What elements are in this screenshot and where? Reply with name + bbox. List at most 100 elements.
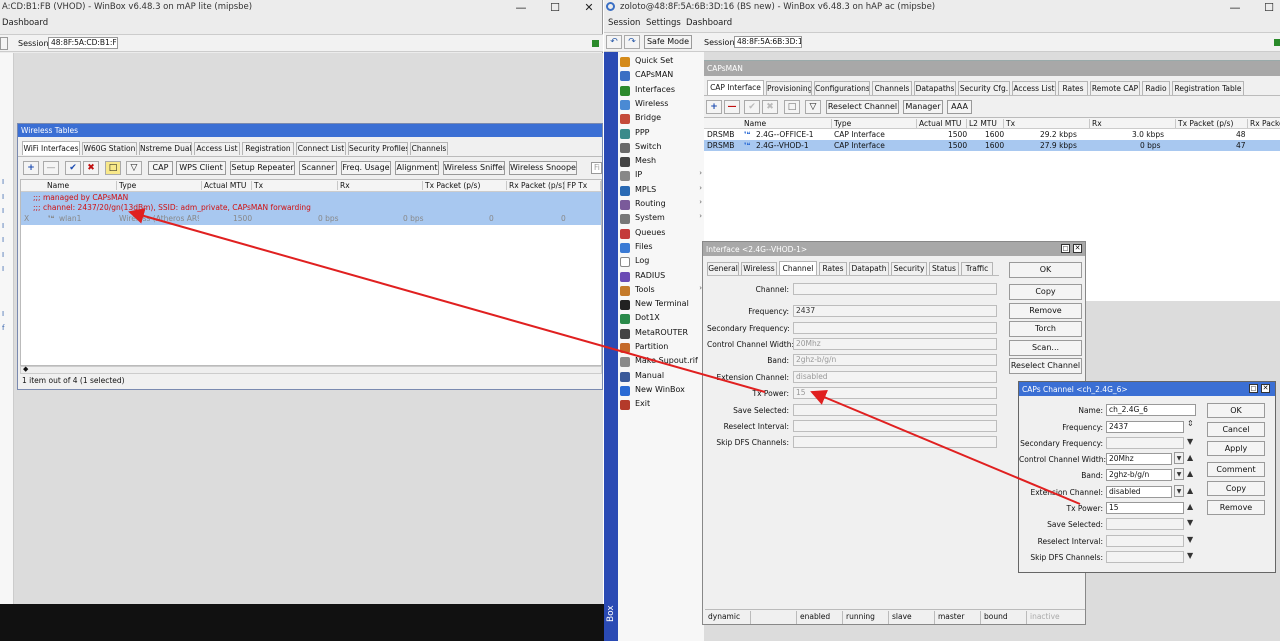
sidebar-item-manual[interactable]: Manual xyxy=(618,370,708,384)
tab-remote-cap[interactable]: Remote CAP xyxy=(1090,81,1140,95)
tab-channels[interactable]: Channels xyxy=(872,81,912,95)
skip-dfs-field[interactable] xyxy=(1106,551,1184,563)
left-undo-button[interactable] xyxy=(0,37,8,50)
remove-icon[interactable]: — xyxy=(724,100,740,114)
menu-dashboard[interactable]: Dashboard xyxy=(2,18,48,28)
tx-power-field[interactable]: 15 xyxy=(793,387,997,399)
control-channel-width-dropdown-icon[interactable]: ▼ xyxy=(1174,452,1184,464)
add-icon[interactable]: + xyxy=(23,161,39,175)
sidebar-item-ppp[interactable]: PPP xyxy=(618,127,708,141)
menu-session[interactable]: Session xyxy=(608,18,640,28)
tab-radio[interactable]: Radio xyxy=(1142,81,1170,95)
sidebar-item-new-terminal[interactable]: New Terminal xyxy=(618,298,708,312)
col-type[interactable]: Type xyxy=(832,119,917,128)
sidebar-item-tools[interactable]: Tools › xyxy=(618,284,708,298)
freq-usage-button[interactable]: Freq. Usage xyxy=(341,161,391,175)
col-tx[interactable]: Tx xyxy=(1004,119,1090,128)
secondary-frequency-field[interactable] xyxy=(1106,437,1184,449)
apply-button[interactable]: Apply xyxy=(1207,441,1265,456)
col-rx-packet[interactable]: Rx Packet (p/s) xyxy=(507,181,565,190)
tx-power-up-icon[interactable]: ▲ xyxy=(1187,502,1193,511)
cap-row-vhod[interactable]: DRSMB ❜❝ 2.4G--VHOD-1 CAP Interface 1500… xyxy=(704,140,1280,151)
col-fp-tx[interactable]: FP Tx xyxy=(565,181,601,190)
comment-icon[interactable]: □ xyxy=(105,161,121,175)
tab-wireless[interactable]: Wireless xyxy=(741,262,777,275)
tab-access-list[interactable]: Access List xyxy=(1012,81,1056,95)
sidebar-item-metarouter[interactable]: MetaROUTER xyxy=(618,327,708,341)
sidebar-item-capsman[interactable]: CAPsMAN xyxy=(618,69,708,83)
col-tx-packet[interactable]: Tx Packet (p/s) xyxy=(423,181,507,190)
sidebar-item-mpls[interactable]: MPLS › xyxy=(618,184,708,198)
tab-configurations[interactable]: Configurations xyxy=(814,81,870,95)
tab-connect-list[interactable]: Connect List xyxy=(296,142,346,155)
wireless-sniffer-button[interactable]: Wireless Sniffer xyxy=(443,161,505,175)
extension-channel-up-icon[interactable]: ▲ xyxy=(1187,486,1193,495)
sidebar-item-dot1x[interactable]: Dot1X xyxy=(618,312,708,326)
maximize-icon[interactable]: ☐ xyxy=(538,0,572,15)
find-input[interactable]: Fi xyxy=(591,162,602,174)
control-channel-width-up-icon[interactable]: ▲ xyxy=(1187,453,1193,462)
name-field[interactable]: ch_2.4G_6 xyxy=(1106,404,1196,416)
disable-icon[interactable]: ✖ xyxy=(83,161,99,175)
close-icon[interactable]: ✕ xyxy=(1261,384,1270,393)
sidebar-item-radius[interactable]: RADIUS xyxy=(618,270,708,284)
tab-traffic[interactable]: Traffic xyxy=(961,262,993,275)
sidebar-item-interfaces[interactable]: Interfaces xyxy=(618,84,708,98)
cap-button[interactable]: CAP xyxy=(148,161,173,175)
control-channel-width-field[interactable]: 20Mhz xyxy=(793,338,997,350)
reselect-channel-button[interactable]: Reselect Channel xyxy=(1009,358,1082,374)
save-selected-arrow-icon[interactable]: ▼ xyxy=(1187,518,1193,527)
reselect-interval-field[interactable] xyxy=(1106,535,1184,547)
remove-icon[interactable]: — xyxy=(43,161,59,175)
extension-channel-field[interactable]: disabled xyxy=(793,371,997,383)
minimize-icon[interactable]: — xyxy=(504,0,538,15)
channel-field[interactable] xyxy=(793,283,997,295)
tab-channels[interactable]: Channels xyxy=(410,142,448,155)
sidebar-item-log[interactable]: Log xyxy=(618,255,708,269)
minimize-icon[interactable]: — xyxy=(1218,0,1252,15)
tab-rates[interactable]: Rates xyxy=(1058,81,1088,95)
tab-channel[interactable]: Channel xyxy=(779,261,817,275)
copy-button[interactable]: Copy xyxy=(1009,284,1082,300)
redo-icon[interactable]: ↷ xyxy=(624,35,640,49)
left-session-field[interactable]: 48:8F:5A:CD:B1:FB xyxy=(48,37,118,49)
col-rx-packet[interactable]: Rx Packe xyxy=(1248,119,1280,128)
sidebar-item-mesh[interactable]: Mesh xyxy=(618,155,708,169)
col-name[interactable]: Name xyxy=(45,181,117,190)
reselect-channel-button[interactable]: Reselect Channel xyxy=(826,100,899,114)
scan-button[interactable]: Scan... xyxy=(1009,340,1082,356)
sidebar-item-switch[interactable]: Switch xyxy=(618,141,708,155)
close-icon[interactable]: ✕ xyxy=(572,0,606,15)
tab-nstreme-dual[interactable]: Nstreme Dual xyxy=(139,142,192,155)
wps-client-button[interactable]: WPS Client xyxy=(176,161,226,175)
tab-w60g-station[interactable]: W60G Station xyxy=(82,142,137,155)
sidebar-item-new-winbox[interactable]: New WinBox xyxy=(618,384,708,398)
sidebar-item-partition[interactable]: Partition xyxy=(618,341,708,355)
comment-button[interactable]: Comment xyxy=(1207,462,1265,477)
add-icon[interactable]: + xyxy=(706,100,722,114)
cap-row-office[interactable]: DRSMB ❜❝ 2.4G--OFFICE-1 CAP Interface 15… xyxy=(704,129,1280,140)
selected-row-group[interactable]: ;;; managed by CAPsMAN ;;; channel: 2437… xyxy=(21,192,601,225)
sidebar-item-exit[interactable]: Exit xyxy=(618,398,708,412)
ok-button[interactable]: OK xyxy=(1009,262,1082,278)
right-session-field[interactable]: 48:8F:5A:6B:3D:16 xyxy=(734,36,802,48)
manager-button[interactable]: Manager xyxy=(903,100,943,114)
tab-datapaths[interactable]: Datapaths xyxy=(914,81,956,95)
tab-provisioning[interactable]: Provisioning xyxy=(766,81,812,95)
reselect-interval-field[interactable] xyxy=(793,420,997,432)
alignment-button[interactable]: Alignment xyxy=(395,161,439,175)
copy-button[interactable]: Copy xyxy=(1207,481,1265,496)
col-rx[interactable]: Rx xyxy=(1090,119,1176,128)
skip-dfs-arrow-icon[interactable]: ▼ xyxy=(1187,551,1193,560)
remove-button[interactable]: Remove xyxy=(1207,500,1265,515)
disable-icon[interactable]: ✖ xyxy=(762,100,778,114)
tx-power-field[interactable]: 15 xyxy=(1106,502,1184,514)
frequency-field[interactable]: 2437 xyxy=(793,305,997,317)
enable-icon[interactable]: ✔ xyxy=(65,161,81,175)
save-selected-field[interactable] xyxy=(793,404,997,416)
scanner-button[interactable]: Scanner xyxy=(299,161,337,175)
cancel-button[interactable]: Cancel xyxy=(1207,422,1265,437)
filter-icon[interactable]: ▽ xyxy=(126,161,142,175)
setup-repeater-button[interactable]: Setup Repeater xyxy=(230,161,295,175)
tab-cap-interface[interactable]: CAP Interface xyxy=(707,80,764,95)
